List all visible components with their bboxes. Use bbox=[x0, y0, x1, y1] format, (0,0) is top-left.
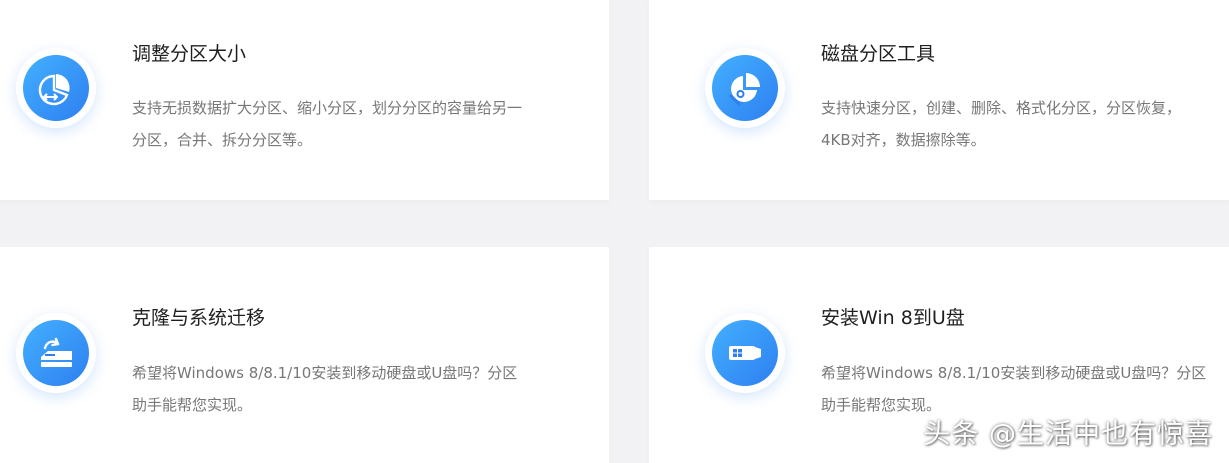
feature-title: 磁盘分区工具 bbox=[821, 43, 936, 65]
resize-partition-icon bbox=[16, 48, 96, 128]
feature-title: 克隆与系统迁移 bbox=[132, 307, 266, 329]
feature-title: 安装Win 8到U盘 bbox=[821, 307, 965, 329]
feature-card-resize[interactable]: 调整分区大小 支持无损数据扩大分区、缩小分区，划分分区的容量给另一分区，合并、拆… bbox=[0, 0, 609, 200]
feature-card-clone[interactable]: 克隆与系统迁移 希望将Windows 8/8.1/10安装到移动硬盘或U盘吗？分… bbox=[0, 247, 609, 463]
feature-title: 调整分区大小 bbox=[132, 43, 247, 65]
feature-description: 支持快速分区，创建、删除、格式化分区，分区恢复，4KB对齐，数据擦除等。 bbox=[821, 99, 1182, 149]
clone-migrate-icon bbox=[16, 313, 96, 393]
feature-description: 支持无损数据扩大分区、缩小分区，划分分区的容量给另一分区，合并、拆分分区等。 bbox=[132, 99, 523, 149]
watermark: 头条 @生活中也有惊喜 bbox=[923, 419, 1213, 450]
disk-tool-icon bbox=[705, 48, 785, 128]
usb-install-icon bbox=[705, 313, 785, 393]
feature-description: 希望将Windows 8/8.1/10安装到移动硬盘或U盘吗？分区助手能帮您实现… bbox=[132, 364, 518, 414]
feature-card-disk-tool[interactable]: 磁盘分区工具 支持快速分区，创建、删除、格式化分区，分区恢复，4KB对齐，数据擦… bbox=[649, 0, 1229, 200]
